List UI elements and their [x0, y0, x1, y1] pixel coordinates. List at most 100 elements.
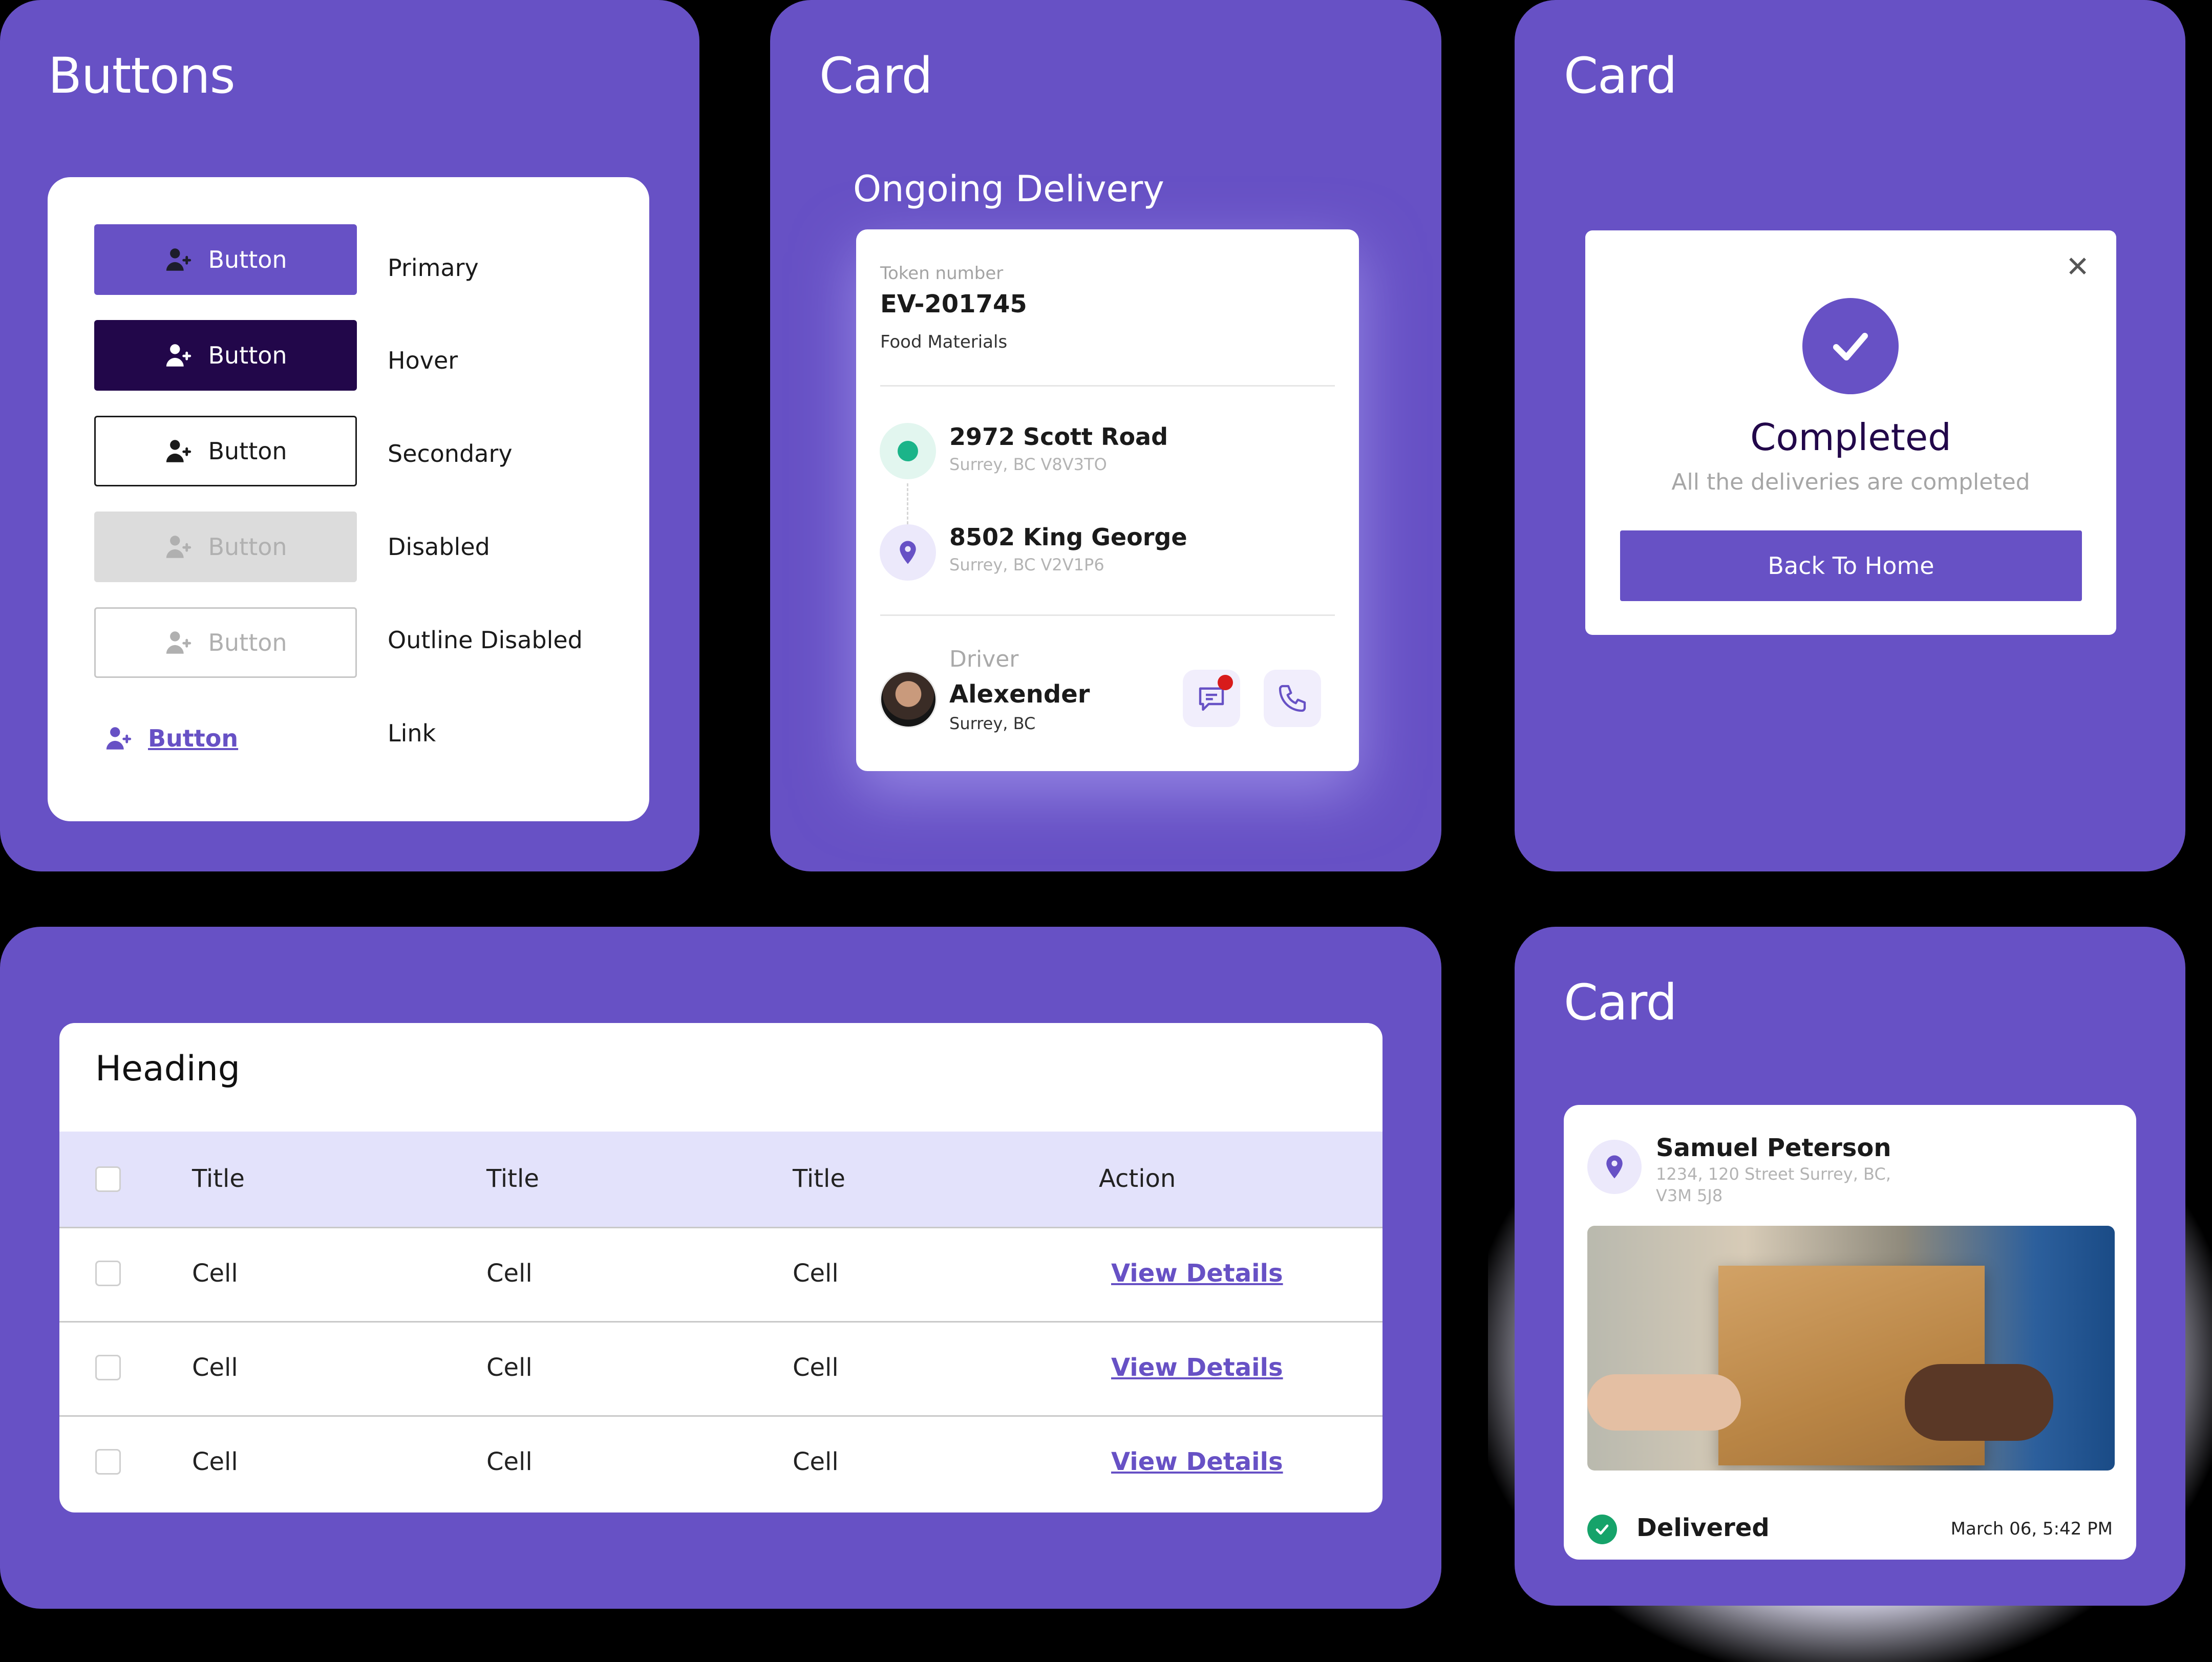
notification-dot [1218, 675, 1233, 690]
column-header[interactable]: Title [192, 1164, 245, 1193]
call-button[interactable] [1264, 670, 1321, 727]
delivered-panel: Card Samuel Peterson 1234, 120 Street Su… [1515, 927, 2185, 1606]
driver-location: Surrey, BC [949, 714, 1036, 733]
panel-title: Card [1564, 974, 1677, 1031]
delivery-record-card: Samuel Peterson 1234, 120 Street Surrey,… [1564, 1105, 2136, 1560]
button-label: Button [148, 725, 239, 752]
recipient-address: V3M 5J8 [1656, 1186, 1723, 1205]
check-circle-icon [1587, 1515, 1617, 1544]
package-photo [1587, 1226, 2115, 1471]
hand-left-image [1587, 1374, 1741, 1431]
delivery-status: Delivered [1636, 1514, 1770, 1542]
hand-right-image [1905, 1364, 2053, 1441]
column-header[interactable]: Title [486, 1164, 539, 1193]
buttons-panel: Buttons Button Button Button Button Butt… [0, 0, 699, 871]
table-heading: Heading [95, 1049, 240, 1089]
disabled-button[interactable]: Button [94, 512, 357, 582]
user-plus-icon [104, 723, 134, 753]
check-icon [1802, 298, 1899, 394]
view-details-link[interactable]: View Details [1111, 1259, 1283, 1288]
table-cell: Cell [192, 1353, 238, 1382]
divider [880, 385, 1335, 387]
table-card: Heading Title Title Title Action Cell Ce… [59, 1023, 1382, 1512]
button-label: Button [208, 437, 287, 465]
state-label-outline-disabled: Outline Disabled [388, 626, 583, 654]
driver-label: Driver [949, 646, 1019, 672]
back-to-home-button[interactable]: Back To Home [1620, 530, 2082, 601]
destination-sub: Surrey, BC V2V1P6 [949, 555, 1104, 574]
origin-address: 2972 Scott Road [949, 423, 1168, 451]
row-checkbox[interactable] [95, 1261, 121, 1286]
user-plus-icon [164, 245, 194, 274]
user-plus-icon [164, 628, 194, 657]
select-all-checkbox[interactable] [95, 1166, 121, 1192]
table-cell: Cell [192, 1259, 238, 1288]
category: Food Materials [880, 332, 1008, 352]
row-checkbox[interactable] [95, 1355, 121, 1380]
table-cell: Cell [793, 1259, 839, 1288]
section-title: Ongoing Delivery [853, 168, 1164, 210]
table-cell: Cell [192, 1447, 238, 1476]
panel-title: Buttons [48, 47, 236, 104]
table-row: Cell Cell Cell View Details [59, 1323, 1382, 1415]
driver-name: Alexender [949, 680, 1090, 709]
outline-disabled-button[interactable]: Button [94, 607, 357, 678]
button-label: Button [208, 629, 287, 656]
state-label-link: Link [388, 719, 436, 747]
delivery-card: Token number EV-201745 Food Materials 29… [856, 229, 1359, 771]
phone-icon [1279, 685, 1306, 712]
state-label-secondary: Secondary [388, 440, 513, 467]
column-header[interactable]: Title [793, 1164, 845, 1193]
completed-panel: Card ✕ Completed All the deliveries are … [1515, 0, 2185, 871]
state-label-primary: Primary [388, 254, 479, 282]
table-row: Cell Cell Cell View Details [59, 1417, 1382, 1509]
table-cell: Cell [486, 1447, 533, 1476]
button-label: Button [208, 246, 287, 273]
delivery-panel: Card Ongoing Delivery Token number EV-20… [770, 0, 1441, 871]
panel-title: Card [1564, 47, 1677, 104]
destination-marker [880, 524, 936, 581]
state-label-disabled: Disabled [388, 533, 490, 561]
completed-dialog: ✕ Completed All the deliveries are compl… [1585, 230, 2116, 635]
primary-button[interactable]: Button [94, 224, 357, 295]
view-details-link[interactable]: View Details [1111, 1353, 1283, 1382]
row-checkbox[interactable] [95, 1449, 121, 1475]
recipient-name: Samuel Peterson [1656, 1134, 1891, 1162]
table-panel: Heading Title Title Title Action Cell Ce… [0, 927, 1441, 1609]
message-button[interactable] [1183, 670, 1240, 727]
divider [880, 614, 1335, 616]
avatar [880, 671, 937, 728]
table-cell: Cell [793, 1353, 839, 1382]
location-marker [1587, 1140, 1642, 1194]
state-label-hover: Hover [388, 347, 458, 374]
link-button[interactable]: Button [104, 703, 238, 774]
column-header: Action [1099, 1164, 1176, 1193]
origin-marker [880, 423, 936, 479]
table-row: Cell Cell Cell View Details [59, 1228, 1382, 1321]
map-pin-icon [1601, 1153, 1628, 1181]
secondary-button[interactable]: Button [94, 416, 357, 486]
recipient-address: 1234, 120 Street Surrey, BC, [1656, 1164, 1891, 1184]
table-header-row: Title Title Title Action [59, 1132, 1382, 1227]
user-plus-icon [164, 532, 194, 562]
user-plus-icon [164, 340, 194, 370]
destination-address: 8502 King George [949, 523, 1187, 551]
user-plus-icon [164, 436, 194, 466]
button-label: Button [208, 342, 287, 369]
table-cell: Cell [486, 1259, 533, 1288]
route-line [907, 483, 908, 524]
status-message: All the deliveries are completed [1671, 469, 2030, 495]
view-details-link[interactable]: View Details [1111, 1447, 1283, 1476]
delivery-timestamp: March 06, 5:42 PM [1950, 1519, 2113, 1539]
token-label: Token number [880, 263, 1004, 284]
status-title: Completed [1750, 416, 1951, 459]
panel-title: Card [819, 47, 933, 104]
close-icon[interactable]: ✕ [2066, 253, 2090, 282]
button-label: Button [208, 533, 287, 561]
buttons-card: Button Button Button Button Button Butto… [48, 177, 649, 821]
origin-sub: Surrey, BC V8V3TO [949, 455, 1107, 474]
map-pin-icon [894, 539, 922, 566]
hover-button[interactable]: Button [94, 320, 357, 391]
token-number: EV-201745 [880, 290, 1027, 318]
table-cell: Cell [486, 1353, 533, 1382]
